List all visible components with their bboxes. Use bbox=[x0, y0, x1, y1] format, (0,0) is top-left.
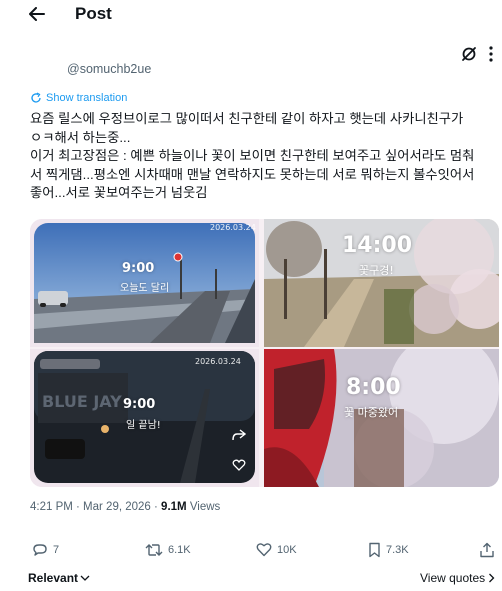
show-translation-label: Show translation bbox=[46, 92, 128, 104]
repost-button[interactable]: 6.1K bbox=[145, 542, 191, 558]
photo-time: 8:00 bbox=[346, 375, 401, 400]
share-button[interactable] bbox=[479, 542, 495, 558]
chevron-down-icon bbox=[80, 575, 90, 581]
photo-caption: 오늘도 달리 bbox=[120, 283, 170, 294]
page-title: Post bbox=[75, 4, 112, 23]
repost-count: 6.1K bbox=[168, 544, 191, 556]
post-text-line: ㅇㅋ해서 하는중... bbox=[30, 129, 131, 145]
post-text-line: 좋어...서로 꽃보여주는거 넘웃김 bbox=[30, 185, 208, 201]
photo-caption: 꽃구경! bbox=[359, 264, 394, 277]
reply-sort-dropdown[interactable]: Relevant bbox=[28, 571, 90, 585]
reply-button[interactable]: 7 bbox=[32, 542, 59, 558]
bookmark-button[interactable]: 7.3K bbox=[368, 542, 409, 558]
chevron-right-icon bbox=[489, 573, 495, 583]
photo-date: 2026.03.24 bbox=[195, 357, 241, 366]
photo-bottom-right[interactable]: 8:00 꽃 마중왔어 bbox=[264, 349, 499, 487]
share-icon[interactable] bbox=[232, 429, 246, 441]
view-quotes-label: View quotes bbox=[420, 571, 486, 585]
photo-caption: 일 끝남! bbox=[126, 420, 161, 431]
post-text-line: 서 찍게댐...평소엔 시차때매 맨날 연락하지도 못하는데 서로 뭐하는지 볼… bbox=[30, 166, 475, 182]
post-text: 요즘 릴스에 우정브이로그 많이떠서 친구한테 같이 하자고 햇는데 사카니친구… bbox=[30, 110, 498, 203]
reply-icon bbox=[33, 544, 47, 556]
photo-date: 2026.03.24 bbox=[210, 223, 256, 232]
repost-icon bbox=[145, 544, 163, 556]
like-button[interactable]: 10K bbox=[256, 542, 297, 557]
bookmark-count: 7.3K bbox=[386, 544, 409, 556]
action-bar: 7 6.1K 10K 7.3K bbox=[30, 542, 500, 562]
back-arrow-button[interactable] bbox=[26, 4, 48, 24]
author-username[interactable]: @somuchb2ue bbox=[67, 62, 151, 76]
photo-time: 9:00 bbox=[123, 397, 156, 412]
post-timestamp[interactable]: 4:21 PM · Mar 29, 2026 · bbox=[30, 501, 161, 513]
heart-icon[interactable] bbox=[232, 459, 246, 471]
post-text-line: 요즘 릴스에 우정브이로그 많이떠서 친구한테 같이 하자고 햇는데 사카니친구… bbox=[30, 111, 464, 126]
like-count: 10K bbox=[277, 543, 297, 556]
back-arrow-icon bbox=[29, 7, 45, 21]
post-text-line: 이거 최고장점은 : 예쁜 하늘이나 꽃이 보이면 친구한테 보여주고 싶어서라… bbox=[30, 148, 475, 164]
view-quotes-link[interactable]: View quotes bbox=[420, 571, 495, 585]
grok-icon[interactable] bbox=[460, 45, 478, 63]
svg-text:BLUE JAY: BLUE JAY bbox=[42, 392, 122, 411]
show-translation-link[interactable]: Show translation bbox=[30, 92, 127, 104]
reply-sort-label: Relevant bbox=[28, 571, 79, 585]
share-icon bbox=[480, 542, 494, 558]
photo-time: 9:00 bbox=[122, 261, 155, 276]
reply-count: 7 bbox=[53, 544, 60, 556]
heart-icon bbox=[256, 543, 272, 557]
views-count: 9.1M bbox=[161, 501, 187, 513]
translate-icon bbox=[31, 92, 41, 103]
bookmark-icon bbox=[369, 542, 380, 558]
media-grid[interactable]: 2026.03.24 9:00 오늘도 달리 14:00 꽃구경! BLUE J… bbox=[30, 219, 499, 487]
more-options-icon[interactable] bbox=[484, 44, 498, 64]
photo-time: 14:00 bbox=[342, 233, 413, 258]
photo-caption: 꽃 마중왔어 bbox=[344, 406, 399, 419]
photo-bottom-left[interactable]: BLUE JAY 2026.03.24 9:00 일 끝남! bbox=[30, 349, 259, 487]
views-label: Views bbox=[186, 501, 221, 513]
photo-top-right[interactable]: 14:00 꽃구경! bbox=[264, 219, 499, 347]
photo-top-left[interactable]: 2026.03.24 9:00 오늘도 달리 bbox=[30, 219, 259, 347]
post-meta: 4:21 PM · Mar 29, 2026 · 9.1M Views bbox=[30, 501, 220, 513]
